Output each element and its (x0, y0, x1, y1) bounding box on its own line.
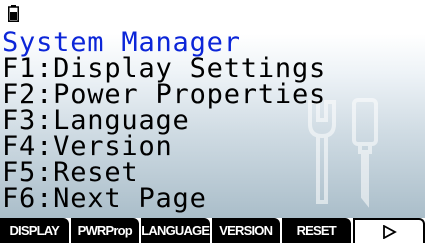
fkey-language[interactable]: LANGUAGE (141, 218, 210, 243)
status-bar (0, 0, 425, 28)
menu-item-next-page[interactable]: F6:Next Page (0, 185, 425, 212)
fkey-pwrprop[interactable]: PWRProp (70, 218, 139, 243)
right-arrow-icon (382, 224, 397, 239)
fkey-next[interactable] (352, 218, 425, 243)
battery-icon (8, 5, 19, 22)
function-key-bar: DISPLAY PWRProp LANGUAGE VERSION RESET (0, 218, 425, 243)
fkey-reset[interactable]: RESET (282, 218, 351, 243)
calculator-screen: System Manager F1:Display Settings F2:Po… (0, 0, 425, 243)
fkey-display[interactable]: DISPLAY (0, 218, 69, 243)
system-manager-menu: System Manager F1:Display Settings F2:Po… (0, 29, 425, 212)
fkey-version[interactable]: VERSION (211, 218, 280, 243)
